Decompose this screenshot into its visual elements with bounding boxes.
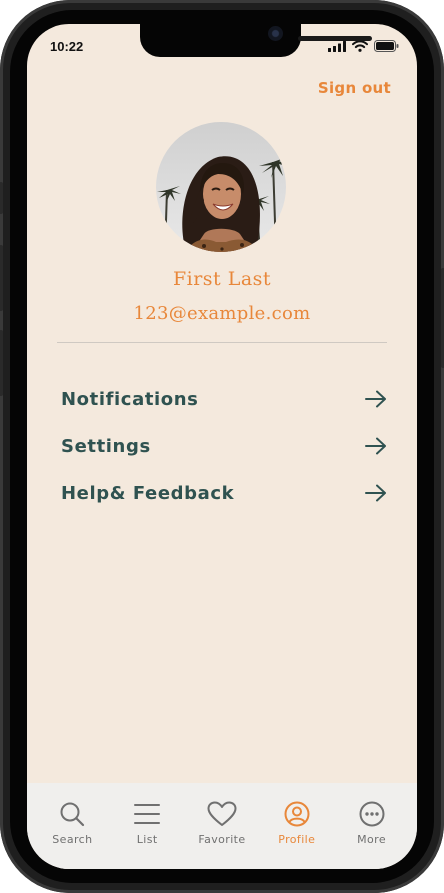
menu-item-help-feedback[interactable]: Help& Feedback xyxy=(61,475,387,511)
tab-label: Favorite xyxy=(198,833,246,846)
notch xyxy=(140,24,372,57)
phone-frame: 10:22 Sign out First Last 123@example.co… xyxy=(0,0,444,893)
battery-icon xyxy=(374,40,399,52)
avatar xyxy=(156,122,286,252)
tab-label: List xyxy=(136,833,158,846)
volume-up-button xyxy=(0,245,3,311)
arrow-right-icon xyxy=(365,390,386,408)
tab-profile[interactable]: Profile xyxy=(264,783,330,869)
tab-list[interactable]: List xyxy=(114,783,180,869)
volume-down-button xyxy=(0,330,3,396)
profile-email: 123@example.com xyxy=(133,303,311,324)
more-icon xyxy=(359,801,385,827)
profile-icon xyxy=(284,801,310,827)
tab-label: Search xyxy=(52,833,93,846)
wifi-icon xyxy=(352,40,368,52)
list-icon xyxy=(134,804,161,824)
search-icon xyxy=(60,802,85,827)
arrow-right-icon xyxy=(365,484,386,502)
tab-search[interactable]: Search xyxy=(39,783,105,869)
tab-label: Profile xyxy=(278,833,316,846)
mute-switch xyxy=(0,182,3,214)
menu-item-label: Help& Feedback xyxy=(61,482,235,504)
tab-more[interactable]: More xyxy=(339,783,405,869)
menu-item-settings[interactable]: Settings xyxy=(61,428,387,464)
tab-bar: Search List Favorite Profile More xyxy=(27,783,417,869)
status-icons xyxy=(328,40,399,52)
tab-label: More xyxy=(357,833,387,846)
status-time: 10:22 xyxy=(50,39,84,54)
signal-icon xyxy=(328,40,346,52)
sign-out-button[interactable]: Sign out xyxy=(318,79,391,97)
tab-favorite[interactable]: Favorite xyxy=(189,783,255,869)
heart-icon xyxy=(207,801,237,826)
menu-item-label: Settings xyxy=(61,435,151,457)
speaker xyxy=(298,36,372,41)
profile-name: First Last xyxy=(172,268,272,290)
menu-item-notifications[interactable]: Notifications xyxy=(61,381,387,417)
screen: 10:22 Sign out First Last 123@example.co… xyxy=(27,24,417,869)
menu-item-label: Notifications xyxy=(61,388,199,410)
divider xyxy=(57,342,387,343)
front-camera xyxy=(268,26,283,41)
arrow-right-icon xyxy=(365,437,386,455)
